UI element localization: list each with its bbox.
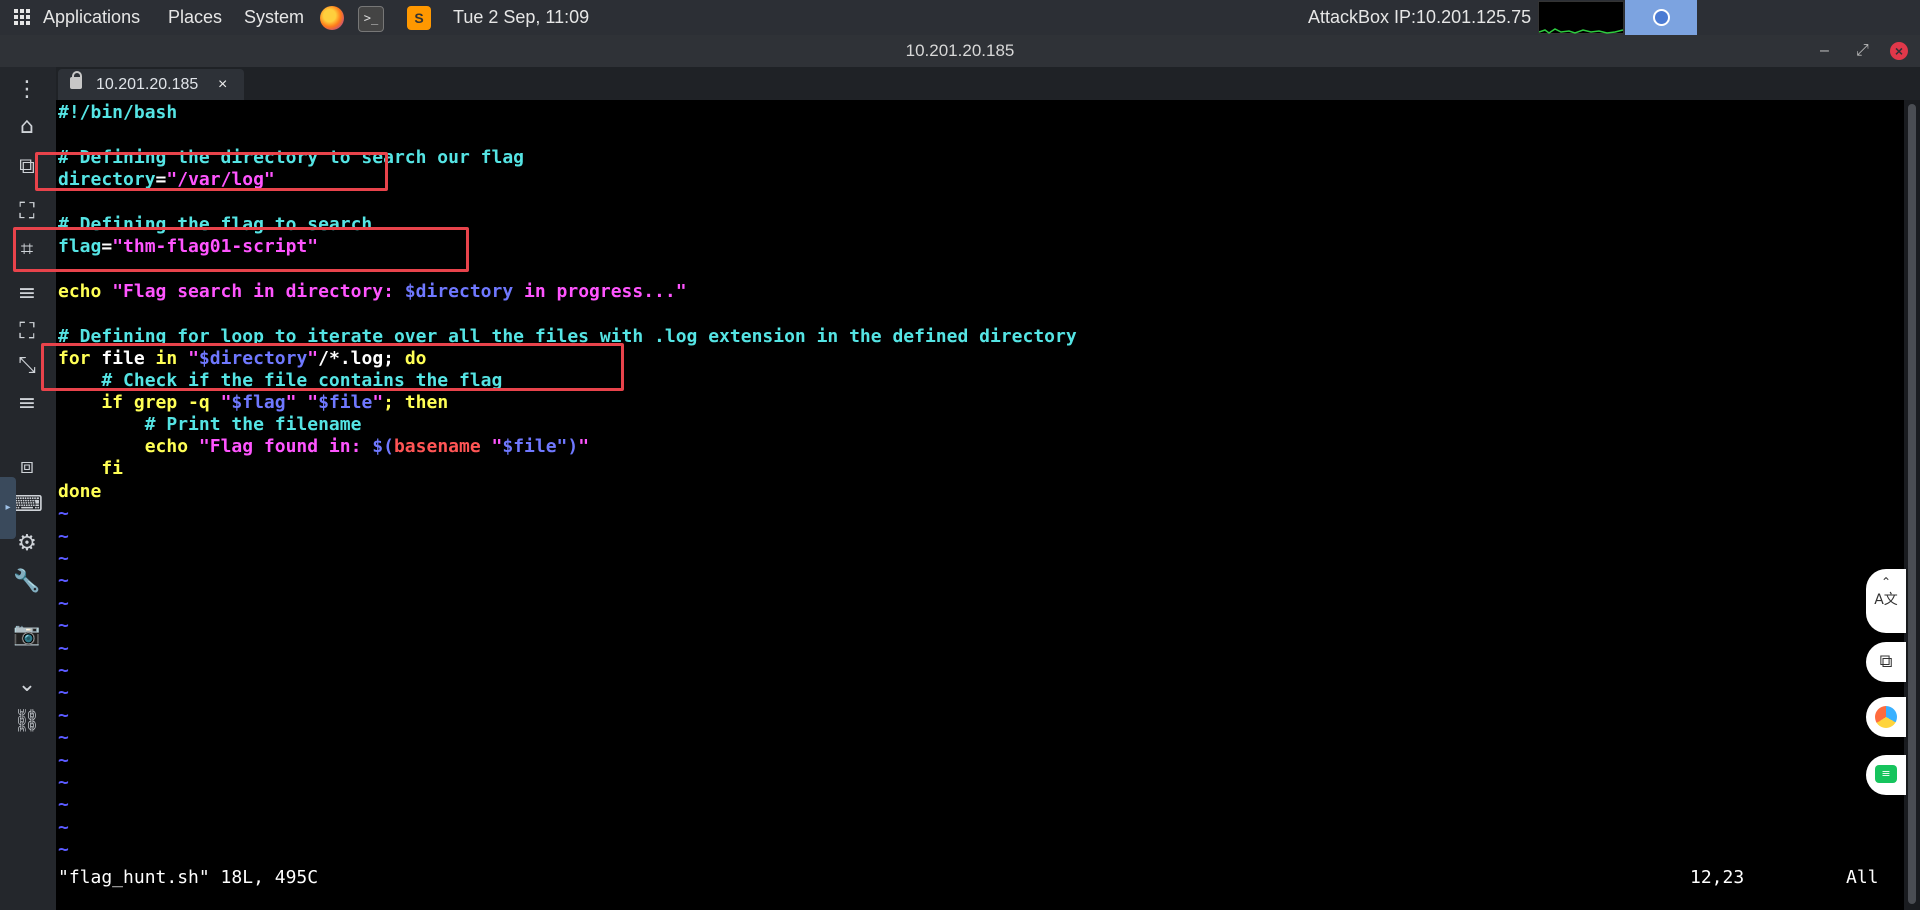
minimize-button[interactable]: – (1820, 35, 1829, 67)
empty-line-tilde: ~ (58, 750, 69, 771)
vim-cursor-position: 12,23 (1690, 867, 1745, 888)
lock-icon (70, 71, 82, 89)
empty-line-tilde: ~ (58, 660, 69, 681)
empty-line-tilde: ~ (58, 817, 69, 838)
terminal-icon[interactable]: >_ (358, 6, 384, 32)
system-menu[interactable]: System (244, 0, 304, 35)
vim-status-file-info: "flag_hunt.sh" 18L, 495C (58, 867, 319, 888)
empty-line-tilde: ~ (58, 705, 69, 726)
chevron-up-icon: ⌃ (1880, 575, 1892, 589)
disconnect-icon[interactable]: ⛓ (10, 707, 44, 737)
annotation-box-for-loop (41, 343, 624, 391)
chat-icon: ≡ (1875, 765, 1897, 783)
home-icon[interactable]: ⌂ (10, 112, 44, 142)
code-line-17: fi (58, 458, 124, 479)
close-window-button[interactable]: × (1890, 42, 1908, 60)
annotation-box-directory (35, 152, 388, 191)
applications-menu[interactable]: Applications (14, 0, 140, 35)
empty-line-tilde: ~ (58, 503, 69, 524)
empty-line-tilde: ~ (58, 794, 69, 815)
screenshot-icon[interactable]: 📷 (10, 620, 44, 650)
chat-widget[interactable]: ≡ (1866, 755, 1906, 795)
network-status-icon[interactable] (1625, 0, 1697, 35)
window-title-bar: 10.201.20.185 – ⤢ × (0, 35, 1920, 67)
code-line-14: if grep -q "$flag" "$file"; then (58, 392, 449, 413)
applications-label: Applications (43, 7, 141, 27)
places-menu[interactable]: Places (168, 0, 222, 35)
resize-icon[interactable]: ⤡ (10, 351, 44, 381)
empty-line-tilde: ~ (58, 682, 69, 703)
maximize-button[interactable]: ⤢ (1856, 35, 1869, 67)
empty-line-tilde: ~ (58, 727, 69, 748)
terminal-scrollbar[interactable] (1904, 100, 1920, 910)
code-line-15: # Print the filename (58, 414, 362, 435)
top-panel: Applications Places System >_ S Tue 2 Se… (0, 0, 1920, 35)
tab-label: 10.201.20.185 (96, 76, 199, 93)
empty-line-tilde: ~ (58, 593, 69, 614)
firefox-icon[interactable] (320, 6, 344, 30)
tab-remote-host[interactable]: 10.201.20.185 × (58, 69, 244, 100)
empty-line-tilde: ~ (58, 526, 69, 547)
code-line-1: #!/bin/bash (58, 102, 178, 123)
remote-toolbar: ⋮ ⌂ ⧉ ⛶ ⌗ ≡ ⛶ ⤡ ≡ ⧈ ⌨ ⚙ 🔧 📷 ⌄ ⛓ ▸ (0, 67, 56, 910)
fit-screen-icon[interactable]: ⛶ (10, 197, 44, 227)
drawer-handle[interactable]: ▸ (0, 477, 16, 539)
empty-line-tilde: ~ (58, 570, 69, 591)
empty-line-tilde: ~ (58, 548, 69, 569)
window-title: 10.201.20.185 (905, 41, 1015, 60)
quality-icon[interactable]: ≡ (10, 389, 44, 419)
minimize-toolbar-icon[interactable]: ⌄ (10, 670, 44, 700)
empty-line-tilde: ~ (58, 772, 69, 793)
dynamic-resolution-icon[interactable]: ⛶ (10, 317, 44, 347)
code-line-16: echo "Flag found in: $(basename "$file")… (58, 436, 590, 457)
vim-scroll-position: All (1846, 867, 1879, 888)
list-icon[interactable]: ≡ (10, 279, 44, 309)
tab-close-icon[interactable]: × (218, 69, 227, 100)
code-line-18: done (58, 481, 102, 502)
sublime-text-icon[interactable]: S (407, 6, 431, 30)
attackbox-ip: AttackBox IP:10.201.125.75 (1308, 7, 1532, 27)
terminal-area[interactable]: #!/bin/bash # Defining the directory to … (56, 100, 1904, 910)
clock[interactable]: Tue 2 Sep, 11:09 (453, 0, 589, 35)
translate-widget[interactable]: ⌃ A文 (1866, 569, 1906, 633)
cube-app-icon (1875, 706, 1897, 728)
empty-line-tilde: ~ (58, 615, 69, 636)
tools-icon[interactable]: 🔧 (10, 567, 44, 597)
menu-dots-icon[interactable]: ⋮ (10, 75, 44, 105)
empty-line-tilde: ~ (58, 638, 69, 659)
translate-icon: A文 (1874, 592, 1898, 608)
code-line-9: echo "Flag search in directory: $directo… (58, 281, 687, 302)
cube-app-widget[interactable] (1866, 697, 1906, 737)
apps-grid-icon (14, 8, 30, 25)
tab-strip: 10.201.20.185 × (56, 67, 1920, 100)
annotation-box-flag (13, 227, 469, 272)
scrollbar-thumb[interactable] (1908, 104, 1916, 904)
empty-line-tilde: ~ (58, 839, 69, 860)
network-graph (1538, 1, 1624, 34)
screen-capture-widget[interactable]: ⧉ (1866, 642, 1906, 682)
screen-capture-icon: ⧉ (1879, 651, 1893, 672)
